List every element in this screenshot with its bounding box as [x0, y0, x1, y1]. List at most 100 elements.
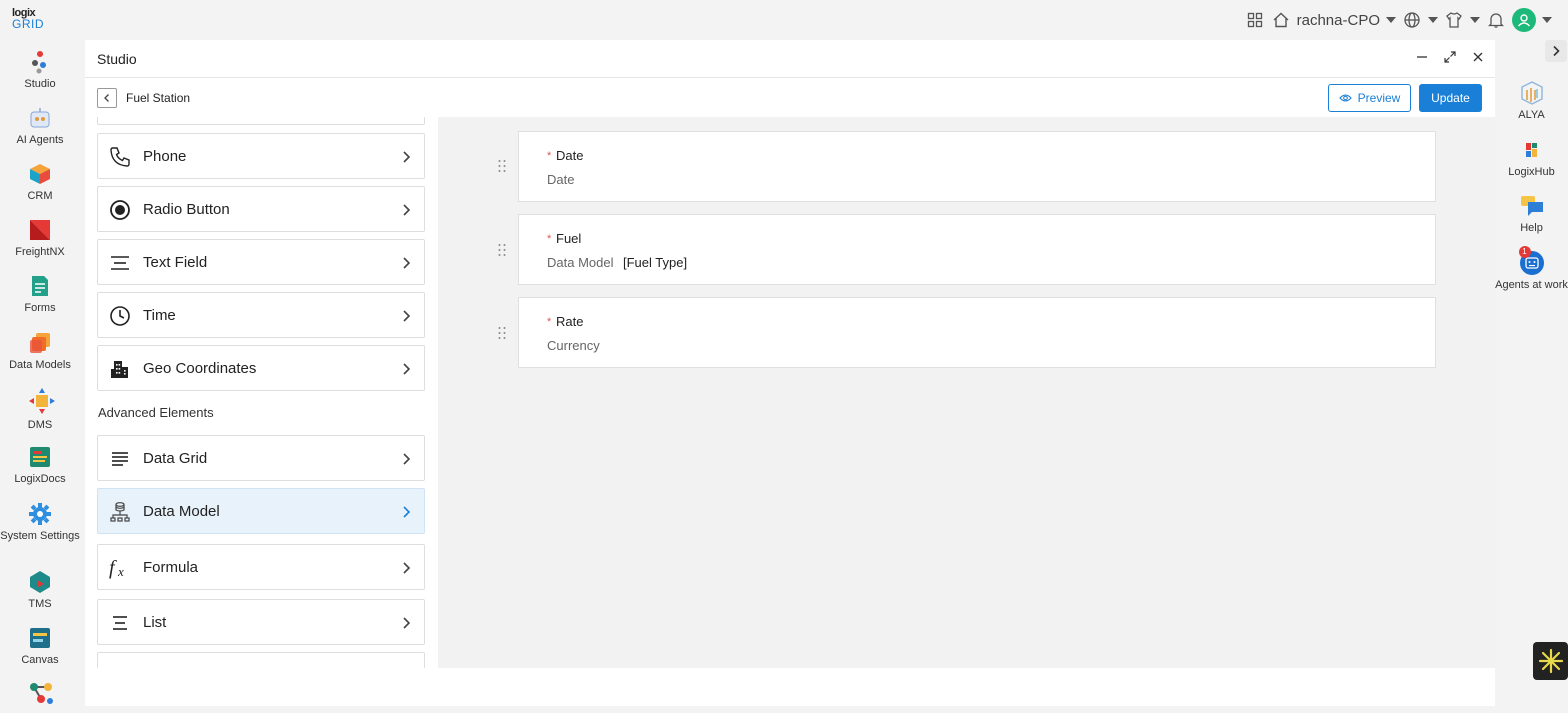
tms-icon [28, 570, 52, 594]
form-name: Fuel Station [126, 91, 191, 105]
chevron-left-icon [104, 94, 109, 102]
field-value: [Fuel Type] [623, 255, 688, 270]
element-card-list[interactable]: List [97, 599, 425, 645]
rail-item-alya[interactable]: ALYA [1495, 80, 1568, 121]
workspace-dropdown-caret[interactable] [1386, 17, 1396, 23]
logixgrid-logo[interactable]: logix GRID [12, 8, 44, 31]
rail-item-logixhub[interactable]: LogixHub [1495, 137, 1568, 178]
help-chat-icon [1519, 193, 1545, 219]
close-icon[interactable] [1471, 50, 1485, 64]
nav-item-tms[interactable]: TMS [0, 570, 80, 610]
element-card-data-model[interactable]: Data Model [97, 488, 425, 534]
element-card-radio-button[interactable]: Radio Button [97, 186, 425, 232]
drag-handle-icon[interactable] [497, 243, 507, 257]
ai-agents-icon [28, 106, 52, 130]
nav-item-dms[interactable]: DMS [0, 387, 80, 431]
nav-item-freightnx[interactable]: FreightNX [0, 218, 80, 258]
form-toolbar: Fuel Station Preview Update [85, 79, 1495, 117]
element-card-formula[interactable]: fx Formula [97, 544, 425, 590]
rail-item-agents-at-work[interactable]: 1 Agents at work [1495, 246, 1568, 292]
element-label-formula: Formula [143, 559, 199, 576]
right-app-rail: ALYA LogixHub Help 1 Agents at work [1495, 40, 1568, 713]
element-icon-partial [108, 664, 132, 668]
grid-lines-icon [108, 447, 132, 471]
element-card-data-grid[interactable]: Data Grid [97, 435, 425, 481]
update-button[interactable]: Update [1419, 84, 1482, 112]
element-card-text-field[interactable]: Text Field [97, 239, 425, 285]
theme-caret[interactable] [1470, 17, 1480, 23]
nav-item-data-models[interactable]: Data Models [0, 331, 80, 371]
element-label-radio-button: Radio Button [143, 201, 230, 218]
field-card-rate[interactable]: * Rate Currency [518, 297, 1436, 368]
nav-label-ai-agents: AI Agents [16, 134, 64, 146]
element-card-geo-coordinates[interactable]: Geo Coordinates [97, 345, 425, 391]
element-card-partial-top[interactable] [97, 117, 425, 125]
crm-icon [28, 162, 52, 186]
minimize-icon[interactable] [1415, 50, 1429, 64]
nav-item-studio[interactable]: Studio [0, 50, 80, 90]
agents-at-work-icon: 1 [1518, 246, 1545, 276]
text-field-icon [108, 251, 132, 275]
field-name: Date [556, 148, 584, 163]
globe-icon[interactable] [1402, 10, 1422, 30]
nav-label-data-models: Data Models [9, 359, 71, 371]
expand-icon[interactable] [1443, 50, 1457, 64]
nav-item-logixdocs[interactable]: LogixDocs [0, 445, 80, 485]
rail-item-help[interactable]: Help [1495, 193, 1568, 234]
preview-label: Preview [1357, 91, 1401, 105]
radio-icon [108, 198, 132, 222]
field-card-date[interactable]: * Date Date [518, 131, 1436, 202]
nav-label-studio: Studio [24, 78, 56, 90]
nav-item-system-settings[interactable]: System Settings [0, 502, 80, 542]
nav-label-dms: DMS [27, 419, 53, 431]
chevron-right-icon [403, 506, 411, 518]
assistant-spark-button[interactable] [1533, 642, 1568, 680]
home-icon[interactable] [1271, 10, 1291, 30]
field-name: Fuel [556, 231, 582, 246]
drag-handle-icon[interactable] [497, 326, 507, 340]
field-type: Data Model [547, 255, 614, 270]
field-card-fuel[interactable]: * Fuel Data Model [Fuel Type] [518, 214, 1436, 285]
element-card-partial-bottom[interactable] [97, 652, 425, 668]
top-bar: logix GRID rachna-CPO [0, 0, 1568, 40]
user-avatar-icon[interactable] [1512, 8, 1536, 32]
element-label-phone: Phone [143, 148, 187, 165]
nav-item-crm[interactable]: CRM [0, 162, 80, 202]
user-menu-caret[interactable] [1542, 17, 1552, 23]
chevron-right-icon [403, 617, 411, 629]
nav-label-logixdocs: LogixDocs [14, 473, 66, 485]
language-caret[interactable] [1428, 17, 1438, 23]
element-label-data-model: Data Model [143, 503, 220, 520]
nav-item-canvas[interactable]: Canvas [0, 626, 80, 666]
required-mark: * [547, 233, 552, 245]
data-models-icon [28, 331, 52, 355]
phone-icon [108, 145, 132, 169]
element-card-phone[interactable]: Phone [97, 133, 425, 179]
studio-icon [28, 50, 52, 74]
advanced-elements-heading: Advanced Elements [98, 405, 214, 420]
notification-badge: 1 [1518, 246, 1531, 258]
nav-label-canvas: Canvas [21, 654, 59, 666]
chevron-right-icon [403, 363, 411, 375]
nav-item-more[interactable] [0, 681, 80, 709]
building-icon [108, 357, 132, 381]
dms-icon [28, 387, 55, 415]
drag-handle-icon[interactable] [497, 159, 507, 173]
nav-item-forms[interactable]: Forms [0, 274, 80, 314]
element-card-time[interactable]: Time [97, 292, 425, 338]
studio-window: Studio Fuel Station Preview Update Phone… [85, 40, 1495, 706]
field-type: Date [547, 172, 575, 187]
logixhub-icon [1519, 137, 1545, 163]
tshirt-icon[interactable] [1444, 10, 1464, 30]
canvas-icon [28, 626, 52, 650]
back-button[interactable] [97, 88, 117, 108]
workspace-name[interactable]: rachna-CPO [1297, 12, 1380, 29]
logo-line-2: GRID [12, 17, 44, 31]
preview-button[interactable]: Preview [1328, 84, 1411, 112]
network-apps-icon [28, 681, 53, 705]
required-mark: * [547, 150, 552, 162]
bell-icon[interactable] [1486, 10, 1506, 30]
studio-header: Studio [85, 40, 1495, 78]
nav-item-ai-agents[interactable]: AI Agents [0, 106, 80, 146]
apps-grid-icon[interactable] [1245, 10, 1265, 30]
